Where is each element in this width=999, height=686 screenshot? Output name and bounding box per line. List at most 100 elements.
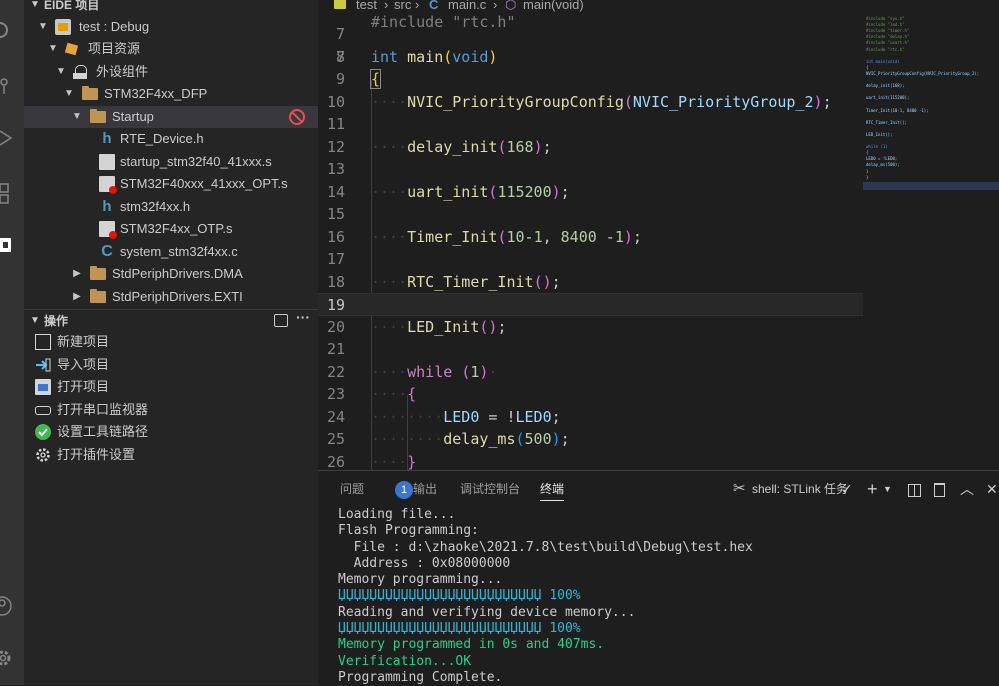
files-icon[interactable] [0, 20, 24, 44]
tree-item-file[interactable]: h RTE_Device.h [24, 128, 318, 150]
terminal-line: Reading and verifying device memory... [338, 605, 636, 620]
tree-item-exti[interactable]: ▶ StdPeriphDrivers.EXTI [24, 286, 318, 308]
add-terminal-icon[interactable]: + [867, 471, 878, 507]
tree-item-project[interactable]: ▼ test : Debug [24, 16, 318, 38]
serial-port-icon [35, 402, 51, 418]
tab-debug-console[interactable]: 调试控制台 [460, 471, 520, 507]
tree-item-resources[interactable]: ▼ 项目资源 [24, 38, 318, 60]
archive-icon[interactable] [274, 314, 288, 327]
close-icon[interactable]: ✕ [986, 471, 998, 507]
minimap-line: delay_ms(500); [866, 162, 900, 168]
trash-icon[interactable] [934, 471, 945, 507]
tab-output[interactable]: 输出 [413, 471, 437, 507]
terminal-line: Flash Programming: [338, 523, 479, 538]
tools-icon: ✂ [733, 480, 746, 497]
bottom-panel: 问题 1 输出 调试控制台 终端 ✂ shell: STLink 任务 ✓ + … [318, 470, 999, 685]
code-editor[interactable]: #include "rtc.h" test › src › C main.c ›… [318, 0, 999, 470]
minimap-line: Timer_Init(10-1, 8400 -1); [866, 107, 929, 113]
breadcrumb-item[interactable]: test [356, 0, 377, 11]
folder-icon [82, 86, 98, 100]
tree-item-peripherals[interactable]: ▼ 外设组件 [24, 61, 318, 83]
eide-icon[interactable] [0, 234, 24, 258]
settings-gear-icon[interactable] [0, 646, 24, 670]
breadcrumb-item[interactable]: main.c [448, 0, 486, 11]
chevron-up-icon[interactable]: ︿ [960, 471, 974, 507]
minimap-line: LED_Init(); [866, 131, 893, 137]
op-serial-monitor[interactable]: 打开串口监视器 [24, 399, 318, 421]
chevron-down-icon: ▼ [56, 66, 66, 77]
terminal-selector[interactable]: shell: STLink 任务 [752, 471, 848, 507]
tree-item-file[interactable]: C system_stm32f4xx.c [24, 241, 318, 263]
terminal-success-line: Verification...OK [338, 654, 472, 669]
gear-icon [35, 447, 51, 463]
activity-bar [0, 0, 24, 685]
tab-problems[interactable]: 问题 1 [340, 471, 420, 507]
op-new-project[interactable]: 新建项目 [24, 331, 318, 353]
extensions-icon[interactable] [0, 182, 24, 206]
open-project-icon [35, 379, 51, 395]
chevron-down-icon: ▼ [72, 111, 82, 122]
header-file-icon: h [102, 130, 112, 147]
tree-item-file[interactable]: STM32F40xxx_41xxx_OPT.s [24, 173, 318, 195]
chevron-down-icon: ▼ [64, 88, 74, 99]
c-file-icon: C [429, 0, 439, 12]
op-toolchain-path[interactable]: 设置工具链路径 [24, 421, 318, 443]
minimap-line: delay_init(168); [866, 83, 905, 89]
tree-item-dfp[interactable]: ▼ STM32F4xx_DFP [24, 83, 318, 105]
minimap-line: #include "led.h" [866, 22, 905, 28]
resources-icon [64, 41, 80, 57]
minimap-line: #include "sys.h" [866, 16, 905, 21]
code-line-7: 7 [335, 25, 345, 43]
op-import-project[interactable]: 导入项目 [24, 354, 318, 376]
code-line-20: 20 ····LED_Init(); [326, 318, 507, 336]
chevron-down-icon: ▼ [30, 315, 40, 326]
terminal-success-line: Memory programmed in 0s and 407ms. [338, 637, 605, 652]
problems-count-badge: 1 [395, 481, 413, 499]
exclude-icon[interactable] [289, 109, 305, 125]
folder-icon [90, 266, 106, 280]
minimap-line: #include "rtc.h" [866, 46, 905, 52]
terminal-progress-line: ЏЏЏЏЏЏЏЏЏЏЏЏЏЏЏЏЏЏЏЏЏЏЏЏЏЏ 100% [338, 621, 581, 636]
chevron-down-icon: ▼ [30, 0, 40, 10]
tree-item-startup[interactable]: ▼ Startup [24, 106, 318, 128]
code-line-25: 25 ········delay_ms(500); [326, 430, 570, 448]
check-circle-icon [35, 424, 51, 440]
ops-section-header[interactable]: ▼ 操作 ··· [24, 309, 318, 332]
asm-file-excluded-icon [99, 176, 117, 194]
asm-file-excluded-icon [99, 221, 117, 239]
breadcrumb-item[interactable]: main(void) [523, 0, 584, 11]
tab-terminal[interactable]: 终端 [540, 471, 565, 507]
minimap-line: #include "timer.h" [866, 28, 910, 34]
code-line-8: 8 int main(void) [335, 48, 498, 66]
tree-item-file[interactable]: h stm32f4xx.h [24, 196, 318, 218]
minimap[interactable]: #include "sys.h" #include "led.h" #include… [863, 14, 999, 470]
terminal-line: Address : 0x08000000 [338, 556, 511, 571]
new-project-icon [35, 334, 51, 350]
minimap-line: RTC_Timer_Init(); [866, 119, 907, 125]
tree-item-file[interactable]: STM32F4xx_OTP.s [24, 218, 318, 240]
code-line-9: 9{ [335, 69, 382, 89]
tree-item-dma[interactable]: ▶ StdPeriphDrivers.DMA [24, 263, 318, 285]
code-line-15: 15 [326, 205, 345, 223]
chevron-down-icon[interactable]: ▼ [883, 471, 892, 507]
check-icon[interactable]: ✓ [841, 471, 853, 507]
chevron-right-icon: › [493, 0, 498, 12]
code-line-18: 18 ····RTC_Timer_Init(); [326, 273, 561, 291]
terminal-line: Loading file... [338, 507, 456, 522]
split-terminal-icon[interactable] [908, 471, 921, 507]
account-icon[interactable] [0, 594, 24, 618]
code-line-19-current: 19 [318, 293, 863, 316]
breadcrumb-item[interactable]: src [394, 0, 411, 11]
op-open-project[interactable]: 打开项目 [24, 376, 318, 398]
source-control-icon[interactable] [0, 76, 24, 100]
terminal-progress-line: ЏЏЏЏЏЏЏЏЏЏЏЏЏЏЏЏЏЏЏЏЏЏЏЏЏЏ 100% [338, 588, 581, 603]
eide-project-section-header[interactable]: ▼ EIDE 项目 [24, 0, 318, 16]
run-debug-icon[interactable] [0, 128, 24, 152]
code-line-21: 21 [326, 340, 345, 358]
code-line-26: 26 ····} [326, 453, 417, 470]
code-line-16: 16 ····Timer_Init(10-1, 8400 -1); [326, 228, 642, 246]
op-plugin-settings[interactable]: 打开插件设置 [24, 444, 318, 466]
more-icon[interactable]: ··· [296, 306, 310, 328]
c-file-icon: C [101, 243, 113, 260]
tree-item-file[interactable]: startup_stm32f40_41xxx.s [24, 151, 318, 173]
